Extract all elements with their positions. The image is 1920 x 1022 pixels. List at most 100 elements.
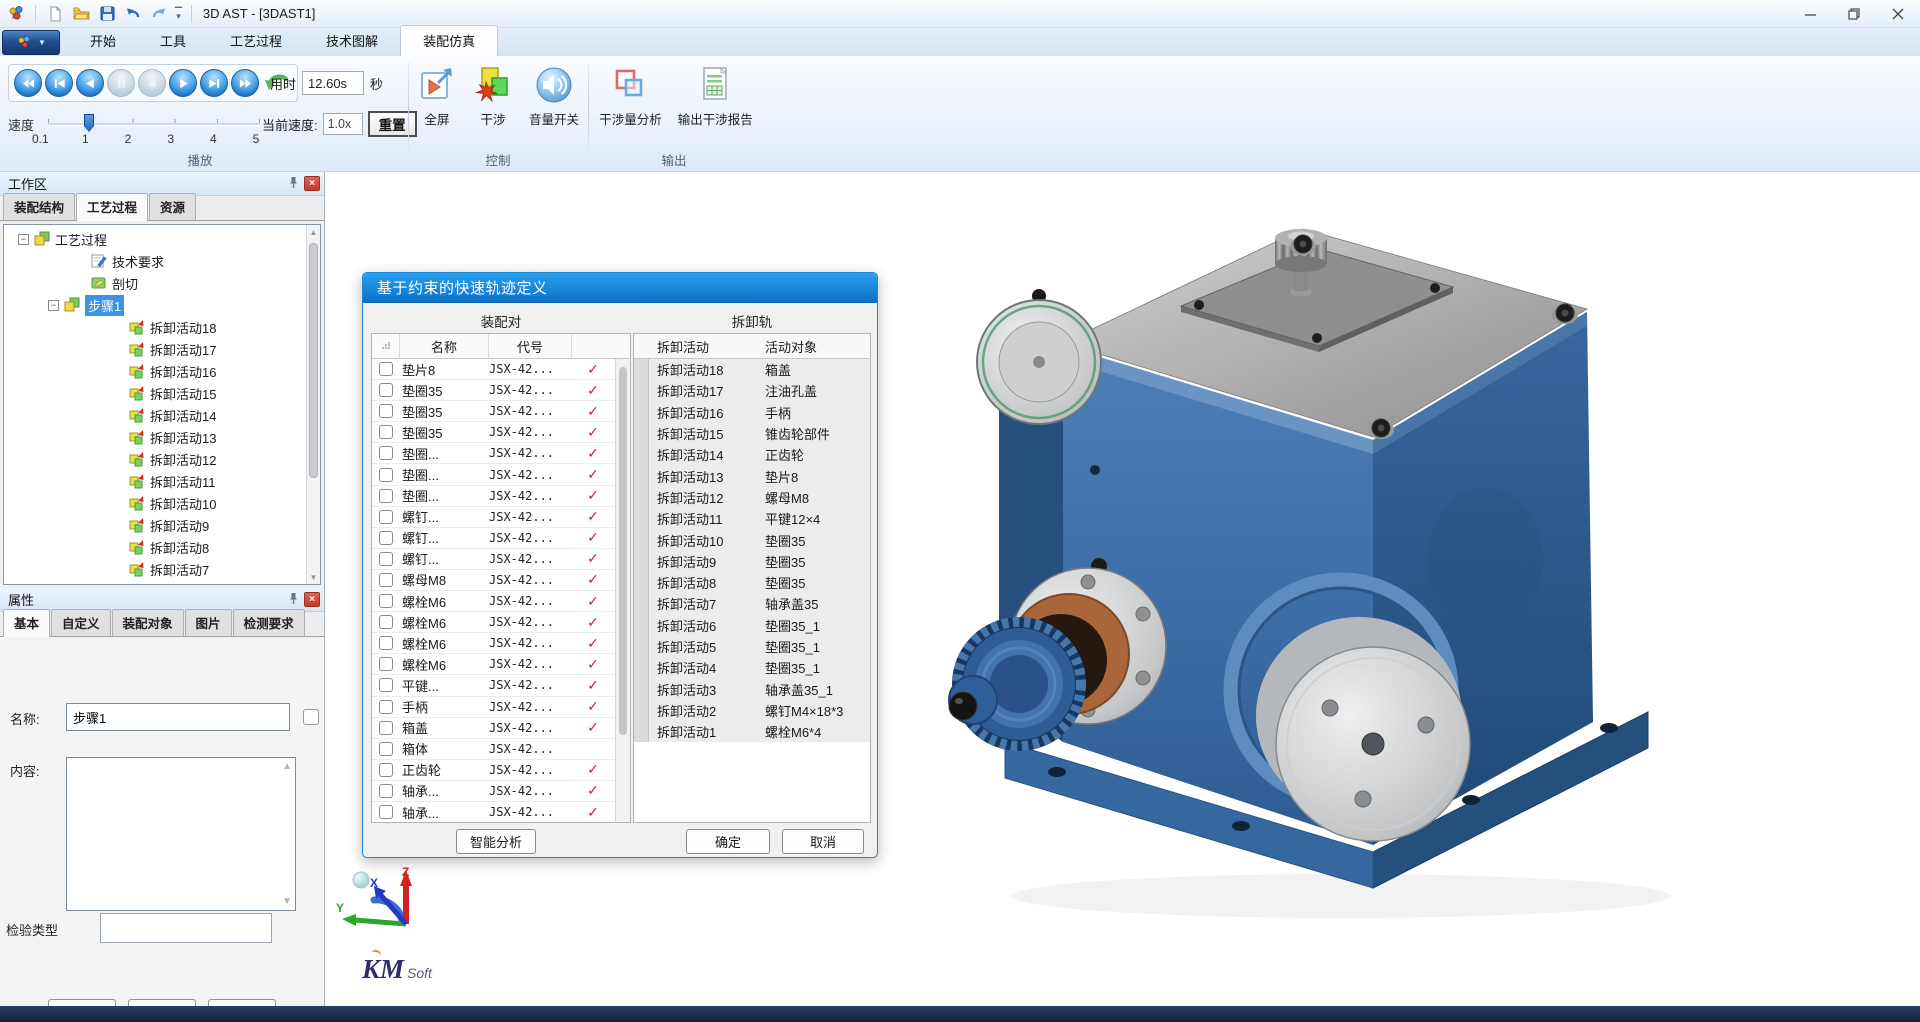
interference-button[interactable]: 干涉 [467,62,519,131]
track-row[interactable]: 拆卸活动17 注油孔盖 [634,380,870,402]
row-checkbox[interactable] [379,425,393,440]
track-row[interactable]: 拆卸活动2 螺钉M4×18*3 [634,699,870,722]
assembly-row[interactable]: 螺栓M6 JSX-42... [372,612,630,634]
close-panel-icon[interactable]: × [304,176,320,191]
track-row[interactable]: 拆卸活动5 垫圈35_1 [634,635,870,658]
skip-to-start-button[interactable] [45,69,73,97]
tree-node[interactable]: 剖切 [4,272,304,294]
scroll-up-icon[interactable]: ▲ [307,225,320,239]
reset-button[interactable]: 重置 [367,111,417,137]
row-checkbox[interactable] [379,530,393,545]
tree-node-activity[interactable]: 拆卸活动10 [4,492,304,514]
track-row[interactable]: 拆卸活动12 螺母M8 [634,486,870,509]
tree-node-label[interactable]: 剖切 [112,274,138,293]
tree-node-activity[interactable]: 拆卸活动14 [4,404,304,426]
tree-node-step[interactable]: 步骤1 [4,294,304,316]
assembly-row[interactable]: 螺栓M6 JSX-42... [372,633,630,655]
tree-node[interactable]: 技术要求 [4,250,304,272]
workspace-tab[interactable]: 工艺过程 [76,193,149,221]
name-column-header[interactable]: 名称 [400,334,489,358]
cancel-button[interactable]: 取消 [782,829,864,854]
assembly-row[interactable]: 轴承... JSX-42... [372,802,630,822]
properties-tab[interactable]: 装配对象 [111,609,184,636]
tree-node-activity[interactable]: 拆卸活动17 [4,338,304,360]
row-checkbox[interactable] [379,488,393,503]
ribbon-tab[interactable]: 技术图解 [304,26,400,56]
track-row[interactable]: 拆卸活动18 箱盖 [634,359,870,381]
customize-toolbar-dropdown-icon[interactable]: ▔ ▾ [175,7,182,20]
row-checkbox[interactable] [379,699,393,714]
tree-node-activity[interactable]: 拆卸活动13 [4,426,304,448]
tree-node-label[interactable]: 拆卸活动11 [150,472,216,491]
tree-node-label[interactable]: 拆卸活动14 [150,406,216,425]
scrollbar-thumb[interactable] [309,243,318,478]
tree-node-activity[interactable]: 拆卸活动16 [4,360,304,382]
assembly-row[interactable]: 螺栓M6 JSX-42... [372,591,630,613]
restore-button[interactable] [1832,0,1876,28]
tree-node-label[interactable]: 拆卸活动16 [150,362,216,381]
workspace-tab[interactable]: 装配结构 [3,193,76,220]
assembly-row[interactable]: 手柄 JSX-42... [372,697,630,718]
drag-handle-icon[interactable] [372,334,400,358]
scrollbar-thumb[interactable] [619,367,627,735]
row-checkbox[interactable] [379,678,393,693]
current-speed-input[interactable] [322,113,363,135]
fast-backward-button[interactable] [14,69,42,97]
row-checkbox[interactable] [379,404,393,419]
assembly-row[interactable]: 垫片8 JSX-42... [372,359,630,381]
properties-tab[interactable]: 基本 [3,609,51,637]
tree-node-activity[interactable]: 拆卸活动18 [4,316,304,338]
assembly-row[interactable]: 螺钉... JSX-42... [372,528,630,549]
tree-node-label[interactable]: 拆卸活动15 [150,384,216,403]
close-panel-icon[interactable]: × [304,592,320,607]
name-field[interactable] [66,703,290,731]
scroll-down-icon[interactable]: ▼ [307,570,320,584]
speed-slider-thumb[interactable] [84,114,94,132]
skip-to-end-button[interactable] [200,69,228,97]
dialog-title-bar[interactable]: 基于约束的快速轨迹定义 [363,273,877,303]
workspace-tab[interactable]: 资源 [149,193,197,220]
assembly-row[interactable]: 箱体 JSX-42... [372,739,630,760]
row-checkbox[interactable] [379,615,393,630]
row-checkbox[interactable] [379,741,393,756]
pin-icon[interactable] [288,592,299,608]
tree-node-root[interactable]: 工艺过程 [4,228,304,250]
row-checkbox[interactable] [379,720,393,735]
row-checkbox[interactable] [379,762,393,777]
assembly-row[interactable]: 垫圈35 JSX-42... [372,401,630,423]
redo-icon[interactable] [149,4,169,24]
track-row[interactable]: 拆卸活动13 垫片8 [634,465,870,487]
tree-node-label[interactable]: 拆卸活动18 [150,318,216,337]
properties-tab[interactable]: 检测要求 [232,609,305,636]
tree-scrollbar[interactable]: ▲ ▼ [306,225,320,584]
app-menu-button[interactable]: ▼ [2,30,60,55]
object-column-header[interactable]: 活动对象 [761,337,870,356]
new-document-icon[interactable] [45,4,65,24]
stop-button[interactable] [138,69,166,97]
assembly-row[interactable]: 垫圈35 JSX-42... [372,422,630,444]
smart-analysis-button[interactable]: 智能分析 [456,829,536,854]
assembly-table-scrollbar[interactable] [615,359,630,822]
track-row[interactable]: 拆卸活动16 手柄 [634,401,870,423]
assembly-row[interactable]: 垫圈... JSX-42... [372,464,630,486]
tree-node-label[interactable]: 工艺过程 [55,230,107,249]
track-row[interactable]: 拆卸活动15 锥齿轮部件 [634,422,870,445]
tree-node-activity[interactable]: 拆卸活动12 [4,448,304,470]
ribbon-tab[interactable]: 工艺过程 [208,26,304,56]
assembly-row[interactable]: 正齿轮 JSX-42... [372,760,630,781]
elapsed-input[interactable] [302,71,365,95]
tree-node-label-selected[interactable]: 步骤1 [85,294,125,316]
tree-node-label[interactable]: 拆卸活动8 [150,538,209,557]
assembly-row[interactable]: 螺栓M6 JSX-42... [372,654,630,676]
code-column-header[interactable]: 代号 [489,334,572,358]
scroll-up-icon[interactable] [282,761,292,772]
tree-node-label[interactable]: 拆卸活动9 [150,516,209,535]
tree-node-activity[interactable]: 拆卸活动8 [4,536,304,558]
row-checkbox[interactable] [379,657,393,672]
track-row[interactable]: 拆卸活动10 垫圈35 [634,529,870,551]
row-checkbox[interactable] [379,783,393,798]
content-textarea[interactable] [66,757,296,911]
assembly-row[interactable]: 轴承... JSX-42... [372,781,630,802]
track-row[interactable]: 拆卸活动7 轴承盖35 [634,593,870,615]
assembly-row[interactable]: 垫圈35 JSX-42... [372,380,630,402]
